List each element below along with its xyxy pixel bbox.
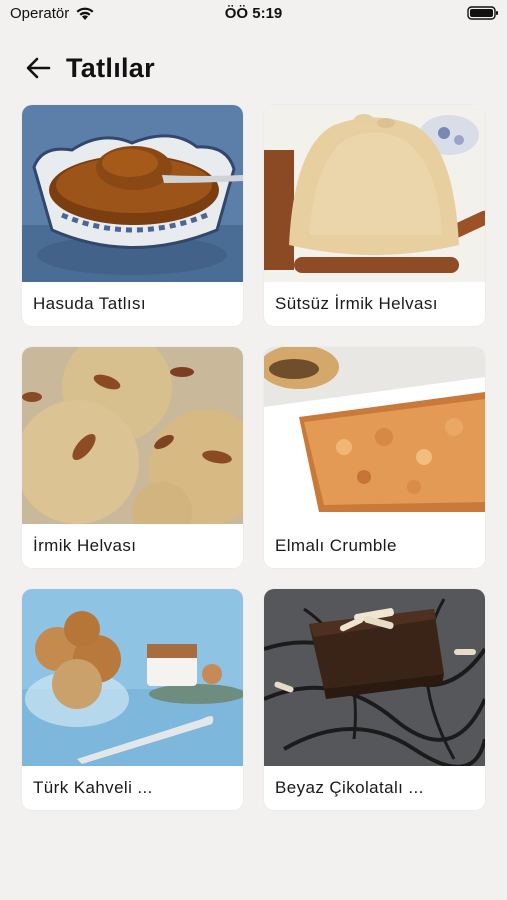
recipe-title: Sütsüz İrmik Helvası [275,294,438,313]
recipe-image-hasuda [22,105,243,282]
recipe-image-elmali-crumble [264,347,485,524]
recipe-card[interactable]: İrmik Helvası [22,347,243,568]
recipe-card[interactable]: Elmalı Crumble [264,347,485,568]
page-title: Tatlılar [66,52,155,83]
recipe-card[interactable]: Türk Kahveli ... [22,589,243,810]
status-time: ÖÖ 5:19 [224,5,283,22]
header: Tatlılar [22,48,155,88]
status-bar: Operatör ÖÖ 5:19 [0,0,507,30]
arrow-left-icon [26,57,51,79]
status-right [467,5,499,26]
recipe-title: Beyaz Çikolatalı ... [275,778,424,797]
battery-icon [467,6,498,20]
recipe-image-turk-kahveli [22,589,243,766]
recipe-image-sutsuz-irmik-helvasi [264,105,485,282]
recipe-grid: Hasuda Tatlısı Sütsüz İrmik Helvası İrmi… [22,105,485,810]
recipe-card[interactable]: Sütsüz İrmik Helvası [264,105,485,326]
recipe-image-beyaz-cikolatali [264,589,485,766]
back-button[interactable] [22,52,54,84]
recipe-card[interactable]: Hasuda Tatlısı [22,105,243,326]
recipe-title: Türk Kahveli ... [33,778,153,797]
recipe-title: Hasuda Tatlısı [33,294,147,313]
recipe-title: İrmik Helvası [33,536,137,555]
recipe-title: Elmalı Crumble [275,536,397,555]
recipe-image-irmik-helvasi [22,347,243,524]
recipe-card[interactable]: Beyaz Çikolatalı ... [264,589,485,810]
